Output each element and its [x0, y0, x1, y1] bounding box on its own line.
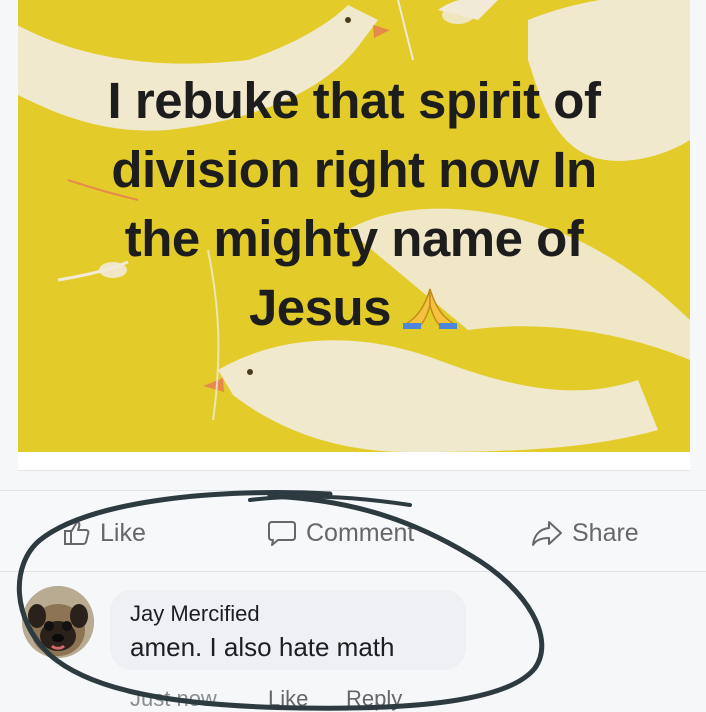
comment-like-link[interactable]: Like — [268, 686, 308, 712]
post-text-line: the mighty name of — [124, 210, 584, 267]
post-text-line-with-emoji: Jesus — [18, 273, 690, 346]
avatar[interactable] — [22, 586, 94, 658]
comment-bubble: Jay Mercified amen. I also hate math — [110, 590, 466, 670]
like-button[interactable]: Like — [62, 517, 146, 549]
post-text-line: division right now In — [111, 141, 597, 198]
share-arrow-icon — [532, 521, 562, 546]
comment-text: amen. I also hate math — [130, 632, 395, 662]
post-action-bar: Like Comment Share — [0, 490, 706, 572]
share-label: Share — [572, 518, 639, 547]
comment-icon — [268, 521, 296, 546]
share-button[interactable]: Share — [530, 517, 639, 549]
comment-reply-link[interactable]: Reply — [346, 686, 402, 712]
comment-label: Comment — [306, 518, 415, 547]
post-text: I rebuke that spirit of division right n… — [18, 66, 690, 346]
comment-author[interactable]: Jay Mercified — [130, 601, 260, 627]
comment-timestamp[interactable]: Just now — [130, 686, 217, 712]
post-image[interactable]: I rebuke that spirit of division right n… — [18, 0, 690, 452]
post-card-footer — [18, 452, 690, 471]
pug-avatar-image — [22, 586, 94, 658]
thumbs-up-icon — [64, 521, 90, 545]
comment: Jay Mercified amen. I also hate math Jus… — [0, 572, 706, 711]
praying-hands-icon — [401, 277, 459, 346]
like-label: Like — [100, 518, 146, 547]
comment-button[interactable]: Comment — [266, 517, 414, 549]
post-text-line: Jesus — [248, 279, 392, 336]
post-text-line: I rebuke that spirit of — [107, 72, 601, 129]
